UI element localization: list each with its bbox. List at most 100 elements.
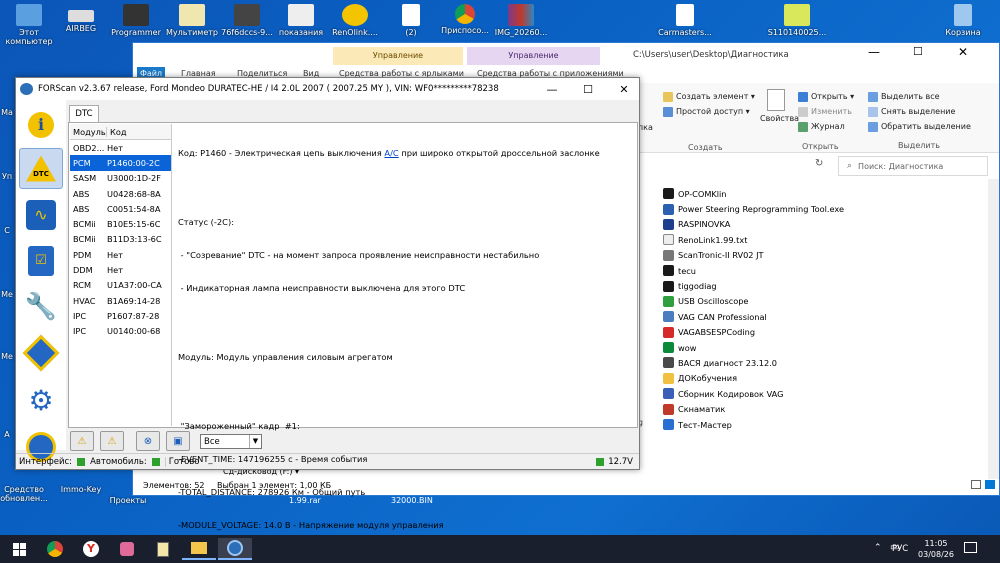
- desktop-icon-airbeg[interactable]: AIRBEG: [52, 4, 110, 33]
- dtc-row[interactable]: BCMii B10E5:15-6C: [70, 216, 171, 231]
- tray-clock[interactable]: 11:05 03/08/26: [916, 538, 956, 560]
- desktop-icon-recycle[interactable]: Корзина: [934, 4, 992, 37]
- minimize-button[interactable]: —: [534, 78, 570, 100]
- dtc-row[interactable]: PDM Нет: [70, 247, 171, 262]
- properties-button[interactable]: Свойства: [760, 89, 799, 123]
- taskbar-yandex[interactable]: Y: [74, 538, 108, 560]
- nav-settings-button[interactable]: ⚙: [19, 380, 63, 421]
- maximize-button[interactable]: ☐: [913, 45, 923, 58]
- file-item[interactable]: Сборник Кодировок VAG: [663, 386, 963, 401]
- taskbar-app3[interactable]: [110, 538, 144, 560]
- dtc-row[interactable]: IPC P1607:87-28: [70, 308, 171, 323]
- file-item[interactable]: tiggodiag: [663, 278, 963, 293]
- file-item[interactable]: wow: [663, 340, 963, 355]
- desktop-icon-readings[interactable]: показания: [272, 4, 330, 37]
- dtc-row[interactable]: PCM P1460:00-2C: [70, 155, 171, 171]
- notification-icon[interactable]: [964, 542, 977, 553]
- nav-info-button[interactable]: i: [19, 104, 63, 145]
- file-item[interactable]: ScanTronic-II RV02 JT: [663, 248, 963, 263]
- desktop-icon-renolink[interactable]: RenOlink....: [326, 4, 384, 37]
- desktop-icon-update[interactable]: Средство обновлен...: [0, 485, 50, 503]
- select-all-button[interactable]: Выделить все: [868, 89, 971, 104]
- file-item[interactable]: tecu: [663, 263, 963, 278]
- nav-dtc-button[interactable]: DTC: [19, 148, 63, 189]
- filter-select[interactable]: Все ▼: [200, 434, 262, 449]
- nav-service-button[interactable]: 🔧: [19, 286, 63, 327]
- nav-oscilloscope-button[interactable]: ∿: [19, 194, 63, 235]
- file-item[interactable]: Тест-Мастер: [663, 417, 963, 432]
- open-button[interactable]: Открыть ▾: [798, 89, 854, 104]
- file-item[interactable]: RenoLink1.99.txt: [663, 232, 963, 247]
- file-item[interactable]: ДОКобучения: [663, 371, 963, 386]
- maximize-button[interactable]: ☐: [570, 78, 606, 100]
- history-button[interactable]: Журнал: [798, 119, 854, 134]
- select-none-button[interactable]: Снять выделение: [868, 104, 971, 119]
- invert-selection-button[interactable]: Обратить выделение: [868, 119, 971, 134]
- minimize-button[interactable]: —: [868, 45, 880, 59]
- close-button[interactable]: ✕: [958, 45, 968, 59]
- file-item[interactable]: RASPINOVKA: [663, 217, 963, 232]
- dtc-row[interactable]: ABS U0428:68-8A: [70, 186, 171, 201]
- dtc-row[interactable]: DDM Нет: [70, 262, 171, 277]
- nav-config-button[interactable]: [19, 332, 63, 373]
- taskbar-explorer[interactable]: [182, 538, 216, 560]
- new-item-button[interactable]: Создать элемент ▾: [663, 89, 755, 104]
- read-dtc-button[interactable]: ⚠: [70, 431, 94, 451]
- chip-icon: [22, 334, 60, 371]
- nav-tests-button[interactable]: ☑: [19, 240, 63, 281]
- desktop-icon-immokey[interactable]: Immo-Key: [52, 485, 110, 494]
- ac-link[interactable]: A/C: [384, 148, 398, 158]
- dtc-code: U1A37:00-CA: [107, 280, 162, 291]
- file-icon: [663, 188, 674, 200]
- dtc-row[interactable]: BCMii B11D3:13-6C: [70, 232, 171, 247]
- edit-button[interactable]: Изменить: [798, 104, 854, 119]
- tab-dtc[interactable]: DTC: [69, 105, 99, 122]
- desktop-icon-programmer[interactable]: Programmer: [107, 4, 165, 37]
- forscan-logo-icon: [20, 83, 33, 95]
- file-icon: [663, 388, 674, 400]
- desktop-icon-photo[interactable]: 76f6dccs-9...: [218, 4, 276, 37]
- file-item[interactable]: Power Steering Reprogramming Tool.exe: [663, 201, 963, 216]
- taskbar-chrome[interactable]: [38, 538, 72, 560]
- desktop-fragment: С: [4, 226, 10, 235]
- desktop-icon-img[interactable]: IMG_20260...: [492, 4, 550, 37]
- file-item[interactable]: VAGABSESPCoding: [663, 325, 963, 340]
- read-all-dtc-button[interactable]: ⚠: [100, 431, 124, 451]
- file-item[interactable]: VAG CAN Professional: [663, 309, 963, 324]
- tray-language[interactable]: РУС: [892, 544, 908, 554]
- save-button[interactable]: ▣: [166, 431, 190, 451]
- close-button[interactable]: ✕: [606, 78, 642, 100]
- easy-access-button[interactable]: Простой доступ ▾: [663, 104, 755, 119]
- detail-module-voltage: -MODULE_VOLTAGE: 14.0 В - Напряжение мод…: [178, 520, 444, 530]
- scrollbar-track[interactable]: [988, 179, 999, 479]
- refresh-button[interactable]: ↻: [815, 158, 831, 174]
- tray-chevron-icon[interactable]: ⌃: [874, 543, 882, 553]
- desktop-icon-carmasters[interactable]: Carmasters...: [652, 4, 718, 37]
- col-code[interactable]: Код: [107, 127, 126, 137]
- dtc-row[interactable]: SASM U3000:1D-2F: [70, 171, 171, 186]
- start-button[interactable]: [2, 538, 36, 560]
- file-item[interactable]: OP-COMKlin: [663, 186, 963, 201]
- clear-dtc-button[interactable]: ⊗: [136, 431, 160, 451]
- search-box[interactable]: ⌕ Поиск: Диагностика: [838, 156, 988, 176]
- taskbar-notepad[interactable]: [146, 538, 180, 560]
- dtc-row[interactable]: RCM U1A37:00-CA: [70, 278, 171, 293]
- desktop-icon-fixture[interactable]: Приспосо...: [436, 4, 494, 35]
- dtc-row[interactable]: HVAC B1A69:14-28: [70, 293, 171, 308]
- desktop-icon-computer[interactable]: Этот компьютер: [0, 4, 58, 46]
- tiles-view-button[interactable]: [985, 480, 995, 489]
- file-item[interactable]: ВАСЯ диагност 23.12.0: [663, 355, 963, 370]
- desktop-icon-projects[interactable]: Проекты: [108, 496, 148, 505]
- file-name: ScanTronic-II RV02 JT: [678, 250, 764, 261]
- col-module[interactable]: Модуль: [70, 126, 107, 137]
- file-item[interactable]: USB Oscilloscope: [663, 294, 963, 309]
- desktop-icon-multimeter[interactable]: Мультиметр: [163, 4, 221, 37]
- dtc-row[interactable]: ABS C0051:54-8A: [70, 201, 171, 216]
- desktop-icon-html2[interactable]: (2): [382, 4, 440, 37]
- dtc-row[interactable]: OBD2... Нет: [70, 140, 171, 155]
- file-item[interactable]: Скнаматик: [663, 401, 963, 416]
- taskbar-forscan[interactable]: [218, 538, 252, 560]
- details-view-button[interactable]: [971, 480, 981, 489]
- desktop-icon-s1101[interactable]: S110140025...: [764, 4, 830, 37]
- dtc-row[interactable]: IPC U0140:00-68: [70, 324, 171, 339]
